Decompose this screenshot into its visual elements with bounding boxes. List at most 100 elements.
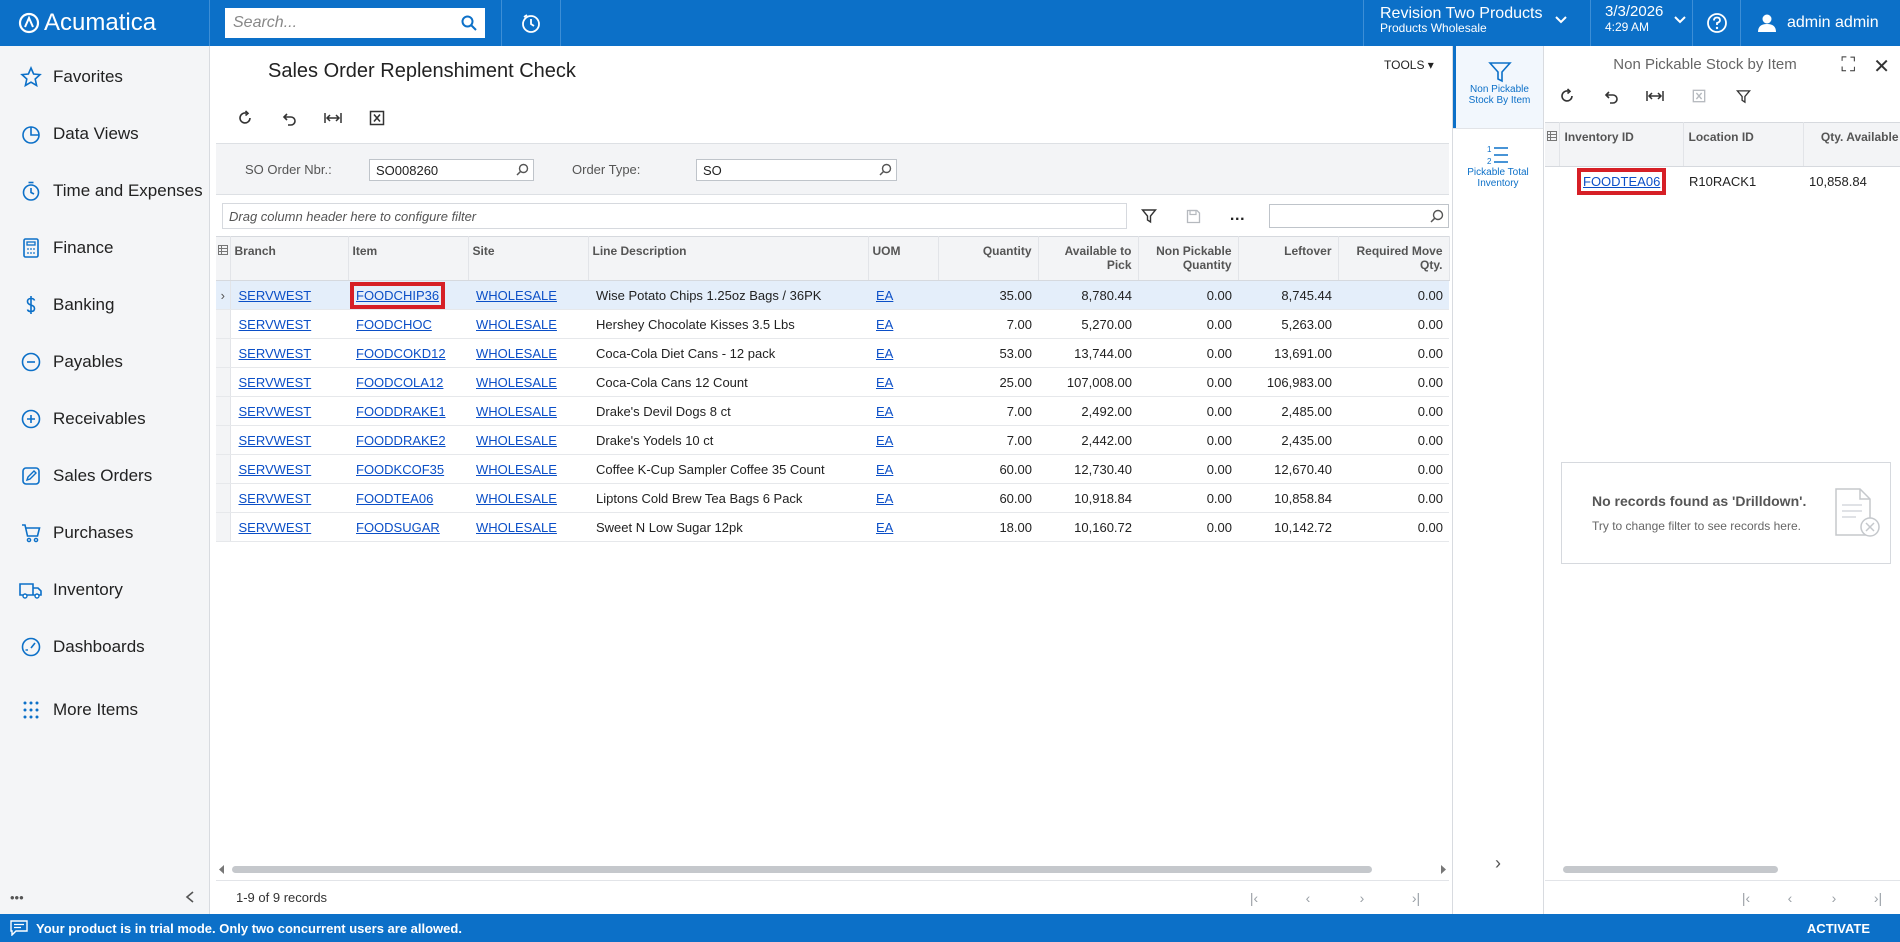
col-item[interactable]: Item	[348, 236, 469, 281]
site-link[interactable]: WHOLESALE	[476, 520, 557, 535]
row-selector[interactable]	[216, 396, 231, 426]
site-link[interactable]: WHOLESALE	[476, 462, 557, 477]
scroll-right-icon[interactable]	[1439, 865, 1447, 874]
lookup-icon[interactable]	[516, 163, 529, 176]
col-branch[interactable]: Branch	[230, 236, 349, 281]
col-line-description[interactable]: Line Description	[588, 236, 869, 281]
table-row[interactable]: SERVWEST FOODCOLA12 WHOLESALE Coca-Cola …	[216, 367, 1449, 397]
branch-link[interactable]: SERVWEST	[239, 520, 312, 535]
site-link[interactable]: WHOLESALE	[476, 404, 557, 419]
row-selector[interactable]	[216, 309, 231, 339]
business-date-switcher[interactable]: 3/3/2026 4:29 AM	[1590, 0, 1692, 46]
next-page-icon[interactable]: ›	[1812, 890, 1856, 906]
row-selector[interactable]	[216, 338, 231, 368]
column-settings-icon[interactable]	[216, 236, 231, 281]
site-link[interactable]: WHOLESALE	[476, 288, 557, 303]
table-row[interactable]: SERVWEST FOODTEA06 WHOLESALE Liptons Col…	[216, 483, 1449, 513]
fit-columns-button[interactable]	[311, 104, 355, 132]
filter-button[interactable]	[1721, 82, 1765, 110]
save-filter-button[interactable]	[1171, 203, 1215, 229]
row-selector-arrow-icon[interactable]: ›	[216, 280, 231, 310]
export-excel-button[interactable]	[1677, 82, 1721, 110]
nav-dashboards[interactable]: Dashboards	[0, 618, 209, 675]
site-link[interactable]: WHOLESALE	[476, 433, 557, 448]
col-location-id[interactable]: Location ID	[1683, 122, 1804, 167]
global-search[interactable]	[225, 8, 485, 38]
tenant-switcher[interactable]: Revision Two Products Products Wholesale	[1363, 0, 1590, 46]
col-site[interactable]: Site	[468, 236, 589, 281]
last-page-icon[interactable]: ›|	[1389, 890, 1443, 906]
uom-link[interactable]: EA	[876, 491, 893, 506]
brand-logo[interactable]: Acumatica	[0, 0, 210, 46]
branch-link[interactable]: SERVWEST	[239, 346, 312, 361]
recent-history-button[interactable]	[501, 0, 561, 46]
uom-link[interactable]: EA	[876, 317, 893, 332]
branch-link[interactable]: SERVWEST	[239, 288, 312, 303]
row-selector[interactable]	[216, 483, 231, 513]
table-row[interactable]: SERVWEST FOODDRAKE1 WHOLESALE Drake's De…	[216, 396, 1449, 426]
refresh-button[interactable]	[1545, 82, 1589, 110]
site-link[interactable]: WHOLESALE	[476, 346, 557, 361]
order-type-field[interactable]: SO	[696, 159, 897, 181]
table-row[interactable]: FOODTEA06 R10RACK1 10,858.84	[1545, 167, 1900, 196]
nav-payables[interactable]: Payables	[0, 333, 209, 390]
table-row[interactable]: SERVWEST FOODCHOC WHOLESALE Hershey Choc…	[216, 309, 1449, 339]
nav-data-views[interactable]: Data Views	[0, 105, 209, 162]
table-row[interactable]: SERVWEST FOODDRAKE2 WHOLESALE Drake's Yo…	[216, 425, 1449, 455]
table-row[interactable]: SERVWEST FOODCOKD12 WHOLESALE Coca-Cola …	[216, 338, 1449, 368]
tools-menu[interactable]: TOOLS ▾	[1384, 58, 1434, 72]
filter-button[interactable]	[1127, 203, 1171, 229]
branch-link[interactable]: SERVWEST	[239, 317, 312, 332]
table-row[interactable]: SERVWEST FOODSUGAR WHOLESALE Sweet N Low…	[216, 512, 1449, 542]
activate-button[interactable]: ACTIVATE	[1807, 921, 1870, 936]
scrollbar-thumb[interactable]	[1563, 866, 1778, 873]
row-selector[interactable]	[216, 454, 231, 484]
previous-page-icon[interactable]: ‹	[1281, 890, 1335, 906]
branch-link[interactable]: SERVWEST	[239, 462, 312, 477]
more-options-icon[interactable]: •••	[10, 890, 24, 905]
uom-link[interactable]: EA	[876, 433, 893, 448]
tab-non-pickable-stock[interactable]: Non Pickable Stock By Item	[1453, 46, 1543, 128]
nav-banking[interactable]: Banking	[0, 276, 209, 333]
lookup-icon[interactable]	[879, 163, 892, 176]
maximize-icon[interactable]: ⛶	[1841, 54, 1855, 79]
collapse-sidebar-icon[interactable]	[184, 890, 196, 904]
user-menu[interactable]: admin admin	[1740, 0, 1900, 46]
search-input[interactable]	[233, 14, 461, 32]
item-link[interactable]: FOODCOKD12	[356, 346, 446, 361]
undo-button[interactable]	[267, 104, 311, 132]
pane-horizontal-scrollbar[interactable]	[1545, 862, 1900, 876]
nav-receivables[interactable]: Receivables	[0, 390, 209, 447]
col-non-pickable-quantity[interactable]: Non Pickable Quantity	[1138, 236, 1239, 281]
col-leftover[interactable]: Leftover	[1238, 236, 1339, 281]
item-link[interactable]: FOODTEA06	[356, 491, 433, 506]
col-inventory-id[interactable]: Inventory ID	[1559, 122, 1684, 167]
item-link[interactable]: FOODDRAKE2	[356, 433, 446, 448]
more-grid-options-button[interactable]: …	[1215, 203, 1259, 229]
site-link[interactable]: WHOLESALE	[476, 491, 557, 506]
branch-link[interactable]: SERVWEST	[239, 404, 312, 419]
previous-page-icon[interactable]: ‹	[1768, 890, 1812, 906]
row-selector[interactable]	[216, 367, 231, 397]
nav-purchases[interactable]: Purchases	[0, 504, 209, 561]
close-icon[interactable]: ✕	[1873, 54, 1890, 79]
first-page-icon[interactable]: |‹	[1724, 890, 1768, 906]
nav-more-items[interactable]: More Items	[0, 681, 209, 738]
nav-inventory[interactable]: Inventory	[0, 561, 209, 618]
next-page-icon[interactable]: ›	[1335, 890, 1389, 906]
item-link[interactable]: FOODSUGAR	[356, 520, 440, 535]
scroll-left-icon[interactable]	[218, 865, 226, 874]
site-link[interactable]: WHOLESALE	[476, 375, 557, 390]
item-link[interactable]: FOODCHIP36	[349, 281, 446, 309]
col-required-move-qty[interactable]: Required Move Qty.	[1338, 236, 1450, 281]
scrollbar-thumb[interactable]	[232, 866, 1372, 873]
col-available-to-pick[interactable]: Available to Pick	[1038, 236, 1139, 281]
table-row[interactable]: SERVWEST FOODKCOF35 WHOLESALE Coffee K-C…	[216, 454, 1449, 484]
last-page-icon[interactable]: ›|	[1856, 890, 1900, 906]
item-link[interactable]: FOODCOLA12	[356, 375, 443, 390]
nav-favorites[interactable]: Favorites	[0, 48, 209, 105]
column-filter-dropzone[interactable]: Drag column header here to configure fil…	[222, 203, 1128, 229]
fit-columns-button[interactable]	[1633, 82, 1677, 110]
expand-panel-chevron-icon[interactable]: ›	[1453, 853, 1543, 874]
row-selector[interactable]	[216, 512, 231, 542]
